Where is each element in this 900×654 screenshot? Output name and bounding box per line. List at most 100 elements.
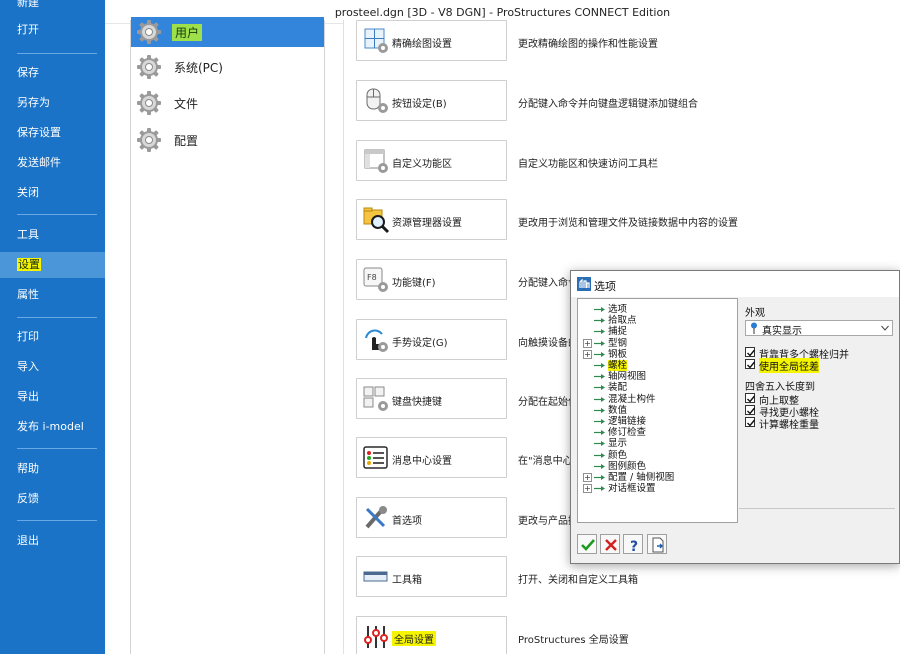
message-center-settings-button[interactable]: 消息中心设置: [356, 437, 507, 478]
tree-node-label: 螺栓: [608, 360, 628, 371]
cancel-button[interactable]: [600, 534, 620, 554]
tree-link-icon: [594, 463, 605, 469]
document-export-icon: [652, 537, 664, 553]
tree-node[interactable]: 混凝土构件: [578, 394, 736, 405]
tree-link-icon: [594, 363, 605, 368]
gesture-settings-button[interactable]: 手势设定(G): [356, 319, 507, 360]
accudraw-settings-button[interactable]: 精确绘图设置: [356, 20, 507, 61]
options-dialog: 选项 选项 拾取点 捕捉 + 型钢 + 钢板 螺栓 轴网视图 装配 混凝土构件 数值 逻辑链接 修订检查显…: [570, 270, 900, 564]
expand-icon[interactable]: +: [583, 338, 592, 348]
mouse-settings-icon: [366, 88, 388, 113]
setting-label: 按钮设定(B): [392, 99, 447, 110]
tree-node[interactable]: 螺栓: [578, 360, 736, 371]
category-user[interactable]: 用户: [131, 17, 324, 47]
expand-icon[interactable]: +: [583, 484, 592, 494]
backstage-item-close[interactable]: 关闭: [0, 180, 105, 206]
tree-node[interactable]: + 型钢: [578, 338, 736, 349]
tree-node[interactable]: 装配: [578, 382, 736, 393]
tree-link-icon: [594, 307, 605, 312]
backstage-item-open[interactable]: 打开: [0, 17, 105, 43]
tree-node-label: 图例颜色: [608, 460, 647, 472]
setting-label: 资源管理器设置: [392, 218, 462, 229]
export-button[interactable]: [647, 534, 667, 554]
toolbox-button[interactable]: 工具箱: [356, 556, 507, 597]
appearance-value: 真实显示: [762, 326, 802, 337]
setting-label: 首选项: [392, 516, 422, 527]
mouse-button-settings-button[interactable]: 按钮设定(B): [356, 80, 507, 121]
backstage-item-save-as[interactable]: 另存为: [0, 90, 105, 116]
customize-ribbon-button[interactable]: 自定义功能区: [356, 140, 507, 181]
svg-text:?: ?: [630, 539, 638, 553]
tree-node[interactable]: + 配置 / 轴侧视图: [578, 472, 736, 483]
backstage-item-print[interactable]: 打印: [0, 324, 105, 350]
backstage-item-save[interactable]: 保存: [0, 60, 105, 86]
x-icon: [605, 539, 617, 551]
tree-node[interactable]: 显示: [578, 438, 736, 449]
tree-node[interactable]: 轴网视图: [578, 371, 736, 382]
backstage-item-properties[interactable]: 属性: [0, 282, 105, 308]
global-settings-button[interactable]: 全局设置: [356, 616, 507, 654]
tree-node[interactable]: + 对话框设置: [578, 483, 736, 494]
tree-node-label: 装配: [608, 382, 628, 394]
checkbox-box[interactable]: [745, 359, 756, 369]
backstage-item-save-settings[interactable]: 保存设置: [0, 120, 105, 146]
backstage-item-publish-imodel[interactable]: 发布 i-model: [0, 414, 105, 440]
ok-button[interactable]: [577, 534, 597, 554]
category-label: 配置: [174, 134, 199, 148]
rounding-label: 四舍五入长度到: [745, 382, 815, 393]
category-label: 系统(PC): [174, 61, 223, 75]
help-button[interactable]: ?: [623, 534, 643, 554]
backstage-item-feedback[interactable]: 反馈: [0, 486, 105, 512]
expand-icon[interactable]: +: [583, 473, 592, 482]
checkbox-box[interactable]: [745, 417, 756, 427]
category-system[interactable]: 系统(PC): [131, 52, 324, 82]
tree-node[interactable]: 拾取点: [578, 315, 736, 326]
category-label: 用户: [172, 24, 203, 41]
tree-link-icon: [594, 452, 605, 458]
keyboard-shortcuts-icon: [363, 386, 388, 411]
tree-node-label: 混凝土构件: [608, 393, 656, 405]
menu-separator: [17, 317, 97, 318]
category-files[interactable]: 文件: [131, 88, 324, 118]
tree-node[interactable]: 捕捉: [578, 326, 736, 337]
explorer-settings-button[interactable]: 资源管理器设置: [356, 199, 507, 240]
tree-node[interactable]: 数值: [578, 405, 736, 416]
setting-label: 键盘快捷键: [392, 397, 442, 408]
gear-icon: [137, 91, 161, 115]
category-configuration[interactable]: 配置: [131, 125, 324, 155]
backstage-item-exit[interactable]: 退出: [0, 528, 105, 554]
checkbox-box[interactable]: [745, 393, 756, 403]
checkbox-box[interactable]: [745, 405, 756, 415]
tree-node-label: 颜色: [608, 449, 628, 461]
preferences-icon: [365, 506, 387, 529]
setting-label: 手势设定(G): [392, 338, 448, 349]
backstage-item-settings[interactable]: 设置: [0, 252, 105, 278]
backstage-item-send-mail[interactable]: 发送邮件: [0, 150, 105, 176]
dialog-title: 选项: [594, 280, 616, 293]
checkbox-box[interactable]: [745, 347, 756, 357]
backstage-item-tools[interactable]: 工具: [0, 222, 105, 248]
backstage-item-export[interactable]: 导出: [0, 384, 105, 410]
backstage-item-import[interactable]: 导入: [0, 354, 105, 380]
tree-node[interactable]: 逻辑链接: [578, 416, 736, 427]
appearance-label: 外观: [745, 308, 765, 319]
tree-node[interactable]: 图例颜色: [578, 461, 736, 472]
setting-label: 消息中心设置: [392, 456, 452, 467]
backstage-item-help[interactable]: 帮助: [0, 456, 105, 482]
backstage-item-new[interactable]: 新建: [0, 0, 105, 16]
keyboard-shortcuts-button[interactable]: 键盘快捷键: [356, 378, 507, 419]
preferences-button[interactable]: 首选项: [356, 497, 507, 538]
setting-label: 功能键(F): [392, 278, 436, 289]
tree-node[interactable]: + 钢板: [578, 349, 736, 360]
tree-node[interactable]: 颜色: [578, 450, 736, 461]
setting-description: 分配键入命令并向键盘逻辑键添加键组合: [518, 99, 698, 110]
options-tree: 选项 拾取点 捕捉 + 型钢 + 钢板 螺栓 轴网视图 装配 混凝土构件 数值 逻辑链接 修订检查 显示 颜色…: [577, 298, 738, 523]
function-keys-button[interactable]: F8 功能键(F): [356, 259, 507, 300]
tree-node[interactable]: 选项: [578, 304, 736, 315]
setting-description: 打开、关闭和自定义工具箱: [518, 575, 638, 586]
expand-icon[interactable]: +: [583, 349, 592, 359]
tree-node[interactable]: 修订检查: [578, 427, 736, 438]
menu-separator: [17, 520, 97, 521]
dialog-title-bar[interactable]: 选项: [571, 271, 899, 297]
appearance-select[interactable]: 真实显示: [745, 320, 893, 337]
